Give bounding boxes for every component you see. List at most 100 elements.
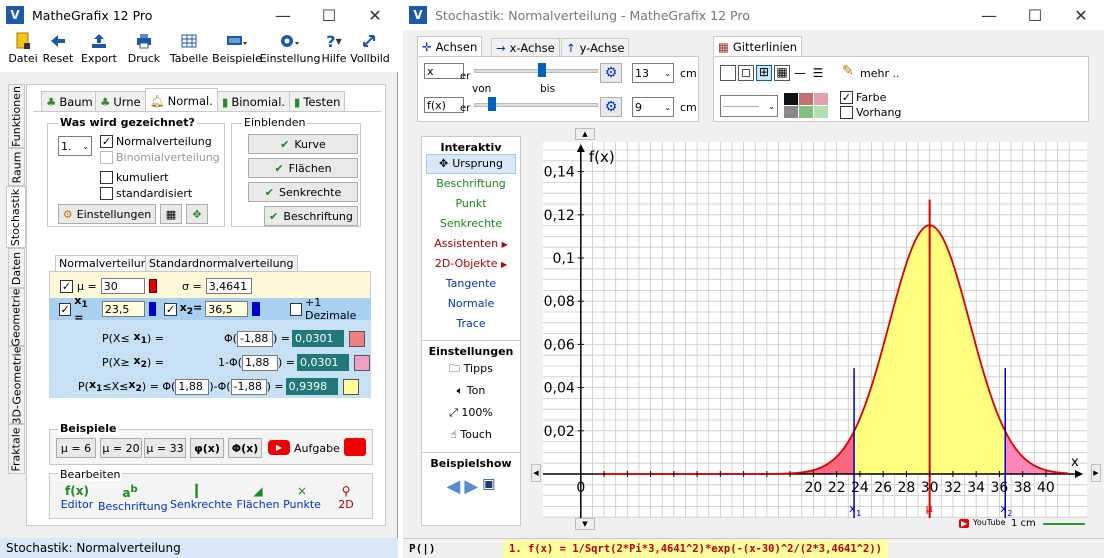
print-button[interactable]: Druck xyxy=(122,30,166,65)
tab-x-achse[interactable]: → x-Achse xyxy=(491,38,560,56)
curve-number-select[interactable]: 1. ⌄ xyxy=(58,136,92,156)
tab-standardnormalverteilung[interactable]: Standardnormalverteilung xyxy=(145,255,298,271)
tab-binomial[interactable]: ▮ Binomial. xyxy=(217,91,291,111)
tab-baum[interactable]: ♣ Baum xyxy=(41,91,98,111)
close-icon[interactable]: ✕ xyxy=(352,6,398,25)
sidebar-item-tipps[interactable]: 🗀︎ Tipps xyxy=(422,358,520,380)
reset-button[interactable]: Reset xyxy=(40,30,76,65)
x2-input[interactable]: 36,5 xyxy=(205,301,249,317)
vtab-daten[interactable]: Daten xyxy=(8,248,25,288)
table-button[interactable]: Tabelle xyxy=(166,30,212,65)
x1-input[interactable]: 23,5 xyxy=(101,301,145,317)
color-swatch-pink[interactable] xyxy=(814,93,828,105)
sidebar-item-ursprung[interactable]: ✥ Ursprung xyxy=(426,154,516,174)
x2-checkbox[interactable]: ✓ xyxy=(164,302,177,316)
tab-testen[interactable]: ▮ Testen xyxy=(289,91,346,111)
grid-horizontal-icon[interactable]: — xyxy=(792,65,808,81)
farbe-option[interactable]: ✓ Farbe xyxy=(840,91,886,104)
prob2-swatch[interactable] xyxy=(353,354,370,371)
x1-color-swatch[interactable] xyxy=(148,302,157,316)
sidebar-item-normale[interactable]: Normale xyxy=(422,294,520,314)
move-button[interactable]: ✥ xyxy=(186,204,208,224)
example-cdf-button[interactable]: Φ(x) xyxy=(228,438,262,458)
youtube-icon[interactable]: ▶ xyxy=(959,519,970,528)
maximize-icon[interactable]: ☐ xyxy=(306,6,352,25)
sidebar-item-beschriftung[interactable]: Beschriftung xyxy=(422,174,520,194)
farbe-checkbox[interactable]: ✓ xyxy=(840,91,853,104)
tab-normalverteilung[interactable]: Normalverteilung xyxy=(55,255,159,271)
x-axis-settings-button[interactable]: ⚙ xyxy=(600,63,622,83)
slideshow-icon[interactable]: ▣ xyxy=(482,476,495,497)
next-icon[interactable]: ▶ xyxy=(464,476,478,497)
decimal-checkbox[interactable] xyxy=(289,302,303,316)
calculator-button[interactable]: ▦ xyxy=(160,204,182,224)
vorhang-checkbox[interactable] xyxy=(840,106,853,119)
y-axis-name-field[interactable]: f(x) xyxy=(424,97,464,113)
color-swatch-gray[interactable] xyxy=(784,106,798,118)
beschriftung-edit-button[interactable]: ab Beschriftung xyxy=(98,484,168,513)
close-icon[interactable]: ✕ xyxy=(1058,6,1104,25)
sigma-input[interactable]: 3,4641 xyxy=(205,278,252,294)
mu-checkbox[interactable]: ✓ xyxy=(60,279,73,293)
minimize-icon[interactable]: — xyxy=(966,6,1012,25)
tab-urne[interactable]: ♣ Urne xyxy=(95,91,146,111)
settings-button[interactable]: Einstellung xyxy=(260,30,320,65)
normalverteilung-checkbox[interactable]: ✓ xyxy=(100,135,113,148)
fullscreen-button[interactable]: Vollbild xyxy=(350,30,390,65)
vtab-3d-geometrie[interactable]: 3D-Geometrie xyxy=(8,346,25,424)
x-size-select[interactable]: 13 ⌄ xyxy=(632,63,674,83)
sidebar-item-senkrechte[interactable]: Senkrechte xyxy=(422,214,520,234)
color-swatch-black[interactable] xyxy=(784,93,798,105)
sidebar-item-touch[interactable]: ☝︎ Touch xyxy=(422,424,520,446)
y-slider-thumb[interactable] xyxy=(488,97,496,111)
grid-none-icon[interactable] xyxy=(720,65,736,81)
sidebar-item-punkt[interactable]: Punkt xyxy=(422,194,520,214)
vtab-stochastik[interactable]: Stochastik xyxy=(6,186,26,248)
tab-y-achse[interactable]: ↑ y-Achse xyxy=(561,38,630,56)
standardisiert-checkbox[interactable] xyxy=(100,187,113,200)
vtab-geometrie[interactable]: Geometrie xyxy=(8,288,25,346)
example-phi-button[interactable]: φ(x) xyxy=(190,438,224,458)
grid-fine-icon[interactable]: ▦ xyxy=(774,65,790,81)
kumuliert-option[interactable]: kumuliert xyxy=(100,171,168,184)
sidebar-item-2d-objekte[interactable]: 2D-Objekte ▶ xyxy=(422,254,520,274)
sidebar-item-assistenten[interactable]: Assistenten ▶ xyxy=(422,234,520,254)
vtab-raum[interactable]: Raum xyxy=(8,148,25,186)
help-button[interactable]: ? ▼ Hilfe xyxy=(318,30,350,66)
2d-edit-button[interactable]: ⚲ 2D xyxy=(330,484,362,511)
maximize-icon[interactable]: ☐ xyxy=(1012,6,1058,25)
sidebar-item-zoom[interactable]: ⤢ 100% xyxy=(422,402,520,424)
color-swatch-rose[interactable] xyxy=(799,93,813,105)
example-mu33-button[interactable]: μ = 33 xyxy=(144,438,186,458)
senkrechte-button[interactable]: ✔ Senkrechte xyxy=(248,182,358,202)
aufgabe-link[interactable]: Aufgabe xyxy=(294,442,340,455)
mu-input[interactable]: 30 xyxy=(100,278,145,294)
flaechen-edit-button[interactable]: ◢ Flächen xyxy=(236,484,280,511)
mehr-link[interactable]: mehr .. xyxy=(860,67,899,80)
youtube-icon[interactable]: ▶ xyxy=(268,440,290,455)
prob3-swatch[interactable] xyxy=(342,378,359,395)
binomialverteilung-checkbox[interactable] xyxy=(100,151,113,164)
normal-distribution-plot[interactable]: 0 20 22 24 26 28 30 32 34 36 38 40 0,02 0,04 0,06 0,08 0… xyxy=(543,142,1087,518)
example-mu20-button[interactable]: μ = 20 xyxy=(100,438,142,458)
youtube-label[interactable]: YouTube xyxy=(973,518,1006,527)
minimize-icon[interactable]: — xyxy=(260,6,306,25)
plot-scroll-right[interactable]: ▶ xyxy=(1091,464,1101,482)
tab-gitterlinien[interactable]: ▦ Gitterlinien xyxy=(713,36,803,56)
export-button[interactable]: Export xyxy=(76,30,122,65)
x-slider-thumb[interactable] xyxy=(538,63,546,77)
plot-scroll-left[interactable]: ◀ xyxy=(531,464,541,482)
senkrechte-edit-button[interactable]: ▎ Senkrechte xyxy=(170,484,232,511)
x1-checkbox[interactable]: ✓ xyxy=(59,302,72,316)
grid-horizontal-multi-icon[interactable]: ☰ xyxy=(810,65,826,81)
binomialverteilung-option[interactable]: Binomialverteilung xyxy=(100,151,220,164)
standardisiert-option[interactable]: standardisiert xyxy=(100,187,192,200)
mu-color-swatch[interactable] xyxy=(148,279,157,293)
plot-scroll-up[interactable]: ▲ xyxy=(575,128,595,140)
y-axis-settings-button[interactable]: ⚙ xyxy=(600,97,622,117)
x2-color-swatch[interactable] xyxy=(252,302,260,316)
plot-scroll-down[interactable]: ▼ xyxy=(575,518,595,530)
beschriftung-button[interactable]: ✔ Beschriftung xyxy=(264,206,358,226)
tab-normal[interactable]: 🔔︎ Normal. xyxy=(145,88,218,112)
tab-achsen[interactable]: ✛ Achsen xyxy=(417,36,483,56)
